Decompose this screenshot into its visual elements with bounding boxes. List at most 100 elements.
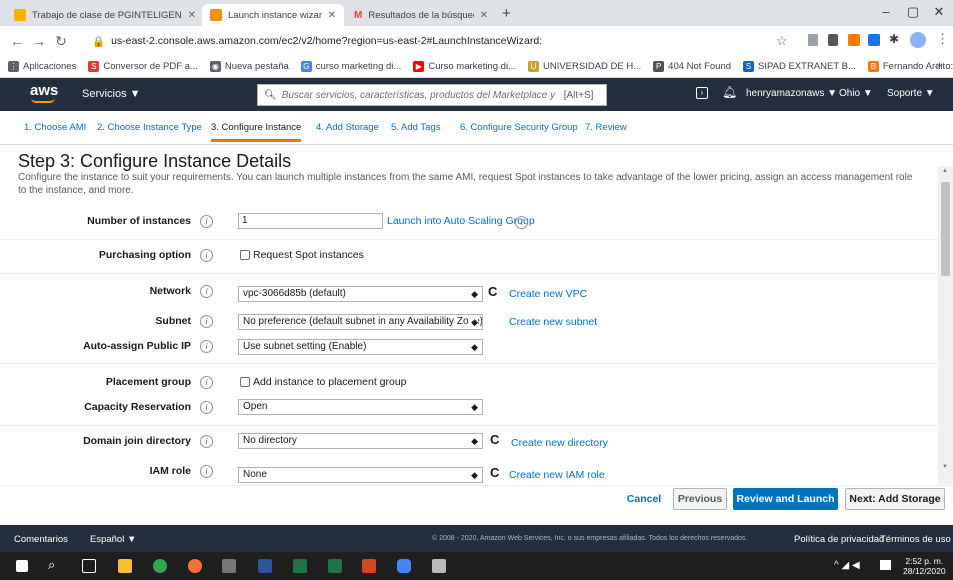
cloudshell-icon[interactable]: › bbox=[696, 87, 708, 99]
notifications-icon[interactable] bbox=[880, 560, 891, 570]
next-button[interactable]: Next: Add Storage bbox=[845, 488, 945, 510]
powerpoint-icon[interactable] bbox=[362, 559, 376, 573]
clock[interactable]: 2:52 p. m. 28/12/2020 bbox=[903, 556, 946, 576]
system-tray-icons[interactable]: ^ ◢ ◀ bbox=[834, 560, 860, 571]
task-view-icon[interactable] bbox=[82, 559, 96, 573]
info-icon[interactable]: i bbox=[200, 376, 213, 389]
scroll-down-icon[interactable]: ▼ bbox=[942, 464, 948, 470]
photos-icon[interactable] bbox=[432, 559, 446, 573]
step-review[interactable]: 7. Review bbox=[585, 122, 627, 133]
step-choose-instance-type[interactable]: 2. Choose Instance Type bbox=[97, 122, 202, 133]
support-menu[interactable]: Soporte ▼ bbox=[887, 88, 935, 99]
step-configure-instance[interactable]: 3. Configure Instance bbox=[211, 122, 302, 142]
feedback-link[interactable]: Comentarios bbox=[14, 534, 68, 545]
word-icon[interactable] bbox=[258, 559, 272, 573]
scrollbar[interactable]: ▲ ▼ bbox=[938, 166, 953, 484]
calculator-icon[interactable] bbox=[222, 559, 236, 573]
info-icon[interactable]: i bbox=[200, 249, 213, 262]
reload-icon[interactable]: ↻ bbox=[50, 33, 72, 50]
public-ip-select[interactable]: Use subnet setting (Enable) ◆ bbox=[238, 339, 483, 355]
windows-start-icon[interactable] bbox=[16, 560, 28, 572]
browser-tab[interactable]: M Resultados de la búsqueda - res ✕ bbox=[346, 4, 496, 26]
subnet-select[interactable]: No preference (default subnet in any Ava… bbox=[238, 314, 483, 330]
bookmark[interactable]: ◉ Nueva pestaña bbox=[209, 61, 289, 72]
info-icon[interactable]: i bbox=[200, 465, 213, 478]
messaging-icon[interactable] bbox=[397, 559, 411, 573]
create-subnet-link[interactable]: Create new subnet bbox=[509, 316, 597, 328]
spot-checkbox[interactable]: Request Spot instances bbox=[240, 249, 364, 261]
create-iam-role-link[interactable]: Create new IAM role bbox=[509, 469, 605, 481]
checkbox-box[interactable] bbox=[240, 250, 250, 260]
iam-select[interactable]: None ◆ bbox=[238, 467, 483, 483]
region-menu[interactable]: Ohio ▼ bbox=[839, 88, 873, 99]
close-icon[interactable]: ✕ bbox=[474, 10, 488, 21]
extension-icon[interactable] bbox=[828, 34, 838, 46]
cancel-button[interactable]: Cancel bbox=[622, 488, 666, 510]
refresh-icon[interactable]: C bbox=[488, 284, 497, 299]
scroll-thumb[interactable] bbox=[941, 182, 950, 276]
services-menu[interactable]: Servicios ▼ bbox=[82, 88, 141, 100]
launch-asg-link[interactable]: Launch into Auto Scaling Group bbox=[387, 215, 535, 227]
step-add-storage[interactable]: 4. Add Storage bbox=[316, 122, 379, 133]
aws-logo[interactable]: aws bbox=[30, 82, 58, 99]
more-bookmarks-icon[interactable]: » bbox=[936, 60, 942, 71]
close-icon[interactable]: ✕ bbox=[322, 10, 336, 21]
step-add-tags[interactable]: 5. Add Tags bbox=[391, 122, 440, 133]
bookmark[interactable]: S Conversor de PDF a... bbox=[88, 61, 198, 72]
privacy-link[interactable]: Política de privacidad bbox=[794, 534, 884, 545]
search-icon[interactable]: ⌕ bbox=[48, 557, 55, 573]
language-menu[interactable]: Español ▼ bbox=[90, 534, 136, 545]
create-directory-link[interactable]: Create new directory bbox=[511, 437, 608, 449]
domain-select[interactable]: No directory ◆ bbox=[238, 433, 483, 449]
close-icon[interactable]: ✕ bbox=[182, 10, 196, 21]
step-choose-ami[interactable]: 1. Choose AMI bbox=[24, 122, 86, 133]
scroll-up-icon[interactable]: ▲ bbox=[942, 168, 948, 174]
network-select[interactable]: vpc-3066d85b (default) ◆ bbox=[238, 286, 483, 302]
firefox-icon[interactable] bbox=[188, 559, 202, 573]
new-tab-button[interactable]: + bbox=[502, 5, 511, 22]
refresh-icon[interactable]: C bbox=[490, 432, 499, 447]
maximize-icon[interactable]: ▢ bbox=[903, 4, 923, 20]
menu-icon[interactable]: ⋮ bbox=[936, 31, 949, 47]
bookmark[interactable]: ▶ Curso marketing di... bbox=[413, 61, 516, 72]
info-icon[interactable]: i bbox=[200, 285, 213, 298]
previous-button[interactable]: Previous bbox=[673, 488, 727, 510]
num-instances-input[interactable]: 1 bbox=[238, 213, 383, 229]
chrome-icon[interactable] bbox=[153, 559, 167, 573]
info-icon[interactable]: i bbox=[200, 215, 213, 228]
browser-tab[interactable]: Trabajo de clase de PGINTELIGEN ✕ bbox=[6, 4, 202, 26]
bookmark[interactable]: Gcurso marketing di... bbox=[300, 61, 401, 72]
bookmark-apps[interactable]: ⋮ Aplicaciones bbox=[8, 61, 76, 72]
bookmark[interactable]: U UNIVERSIDAD DE H... bbox=[527, 61, 641, 72]
file-explorer-icon[interactable] bbox=[118, 559, 132, 573]
url-field[interactable]: 🔒 us-east-2.console.aws.amazon.com/ec2/v… bbox=[92, 30, 812, 52]
star-icon[interactable]: ☆ bbox=[776, 33, 788, 49]
browser-tab-active[interactable]: Launch instance wizard | EC2 Ma ✕ bbox=[202, 4, 344, 26]
close-window-icon[interactable]: ✕ bbox=[929, 4, 949, 20]
minimize-icon[interactable]: – bbox=[876, 4, 896, 19]
project-icon[interactable] bbox=[328, 559, 342, 573]
placement-checkbox[interactable]: Add instance to placement group bbox=[240, 376, 407, 388]
search-input[interactable]: 🔍︎ Buscar servicios, características, pr… bbox=[257, 84, 607, 106]
back-icon[interactable]: ← bbox=[6, 33, 28, 49]
bookmark[interactable]: P 404 Not Found bbox=[653, 61, 731, 72]
bell-icon[interactable]: 🔔︎ bbox=[722, 85, 737, 99]
info-icon[interactable]: i bbox=[200, 401, 213, 414]
info-icon[interactable]: i bbox=[515, 216, 528, 229]
bookmark[interactable]: S SIPAD EXTRANET B... bbox=[743, 61, 856, 72]
review-launch-button[interactable]: Review and Launch bbox=[733, 488, 838, 510]
puzzle-icon[interactable]: ✱ bbox=[889, 32, 899, 46]
account-menu[interactable]: henryamazonaws ▼ bbox=[746, 88, 837, 99]
excel-icon[interactable] bbox=[293, 559, 307, 573]
info-icon[interactable]: i bbox=[200, 340, 213, 353]
checkbox-box[interactable] bbox=[240, 377, 250, 387]
create-vpc-link[interactable]: Create new VPC bbox=[509, 288, 587, 300]
info-icon[interactable]: i bbox=[200, 315, 213, 328]
avatar[interactable] bbox=[910, 32, 926, 48]
extension-icon[interactable] bbox=[868, 34, 880, 46]
capacity-select[interactable]: Open ◆ bbox=[238, 399, 483, 415]
refresh-icon[interactable]: C bbox=[490, 465, 499, 480]
terms-link[interactable]: Términos de uso bbox=[880, 534, 951, 545]
extension-icon[interactable] bbox=[848, 34, 860, 46]
extension-icon[interactable] bbox=[808, 34, 818, 46]
